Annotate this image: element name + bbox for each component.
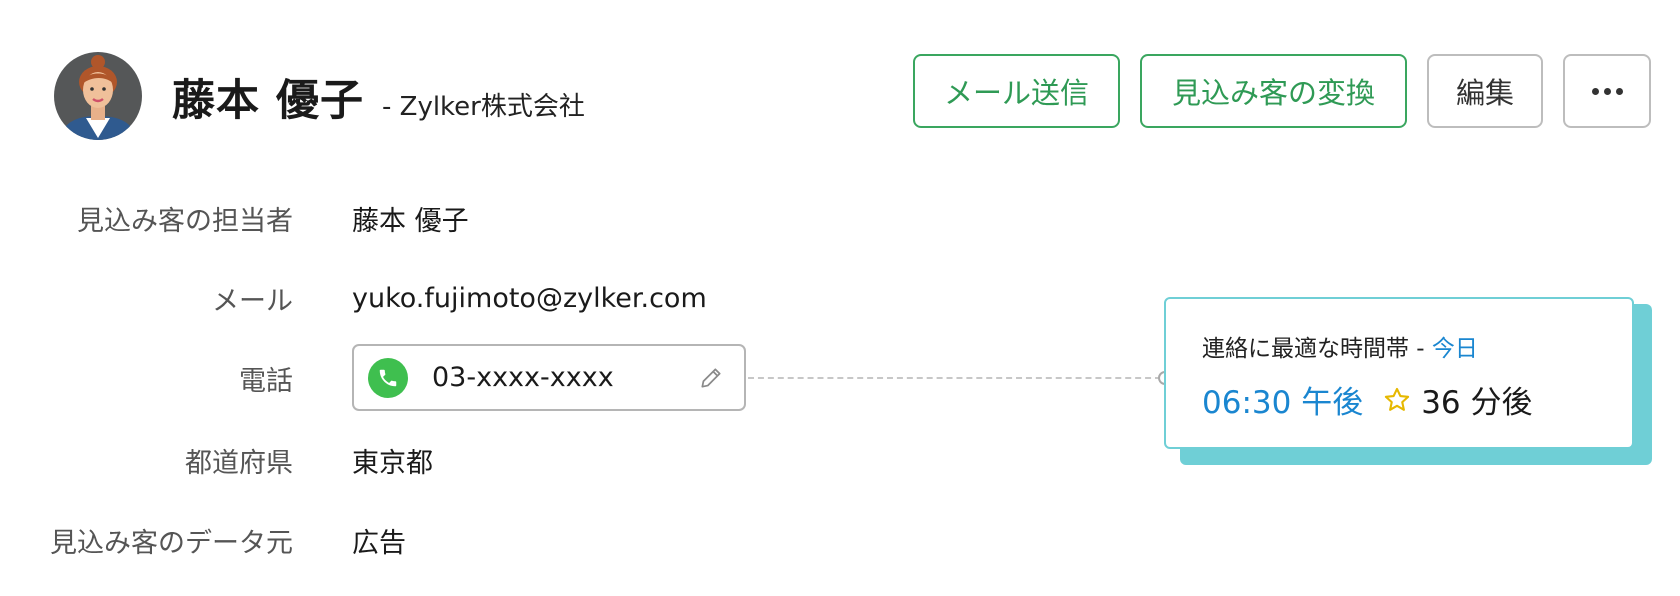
field-label: 見込み客の担当者 [77, 205, 293, 237]
field-row-owner: 見込み客の担当者 藤本 優子 [0, 198, 469, 238]
field-label: 電話 [239, 365, 293, 397]
field-row-prefecture: 都道府県 東京都 [0, 440, 433, 480]
email-value[interactable]: yuko.fujimoto@zylker.com [352, 283, 707, 314]
star-icon [1383, 386, 1411, 414]
action-toolbar: メール送信 見込み客の変換 編集 [913, 54, 1651, 128]
field-value: 藤本 優子 [352, 205, 469, 237]
send-mail-button[interactable]: メール送信 [913, 54, 1120, 128]
connector-line [748, 377, 1161, 379]
time-remaining: 36 分後 [1421, 385, 1533, 421]
avatar [54, 52, 142, 140]
company-name: - Zylker株式会社 [381, 92, 585, 122]
field-label: 見込み客のデータ元 [50, 527, 293, 559]
more-actions-button[interactable] [1563, 54, 1651, 128]
best-time-label: 連絡に最適な時間帯 - [1202, 336, 1432, 362]
best-time-day: 今日 [1431, 336, 1478, 362]
field-value: 広告 [352, 527, 406, 559]
lead-name: 藤本 優子 [172, 76, 364, 126]
field-row-email: メール yuko.fujimoto@zylker.com [0, 278, 707, 318]
best-time-value: 06:30 午後 [1202, 385, 1364, 421]
pencil-icon[interactable] [696, 363, 726, 393]
field-label: 都道府県 [185, 447, 293, 479]
best-time-title: 連絡に最適な時間帯 - 今日 [1202, 329, 1478, 363]
field-row-source: 見込み客のデータ元 広告 [0, 520, 406, 560]
field-value: 東京都 [352, 447, 433, 479]
page-title: 藤本 優子 - Zylker株式会社 [172, 66, 585, 128]
phone-field[interactable]: 03-xxxx-xxxx [352, 344, 746, 411]
edit-button[interactable]: 編集 [1427, 54, 1543, 128]
phone-number: 03-xxxx-xxxx [432, 362, 614, 393]
field-label: メール [212, 285, 293, 317]
phone-icon[interactable] [368, 357, 408, 398]
convert-lead-button[interactable]: 見込み客の変換 [1140, 54, 1407, 128]
best-time-card: 連絡に最適な時間帯 - 今日 06:30 午後 36 分後 [1164, 297, 1634, 449]
field-row-phone: 電話 [0, 358, 293, 398]
more-icon [1591, 87, 1623, 95]
best-time-row: 06:30 午後 36 分後 [1202, 377, 1533, 422]
